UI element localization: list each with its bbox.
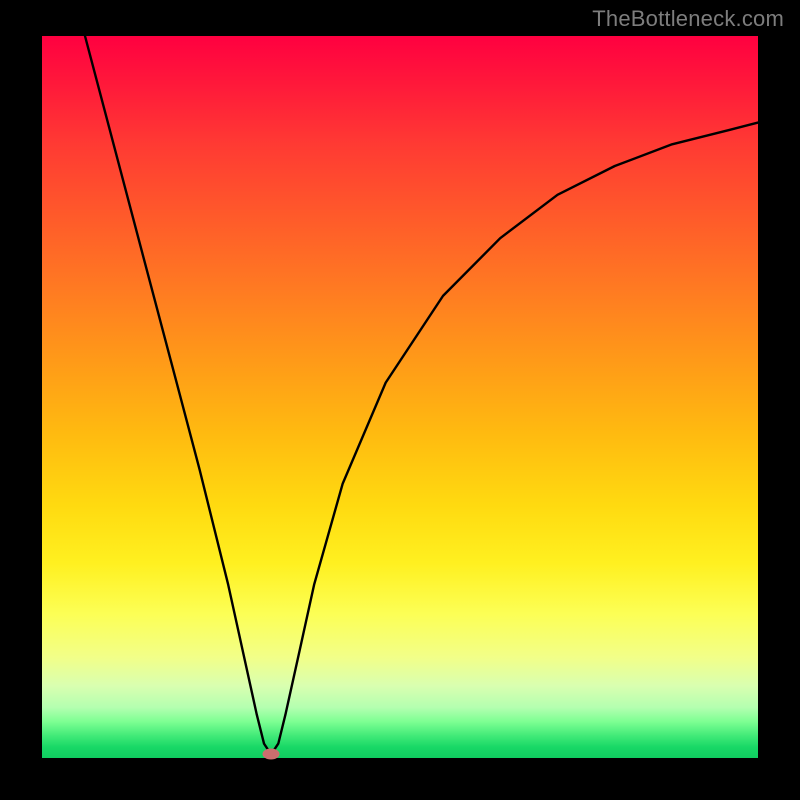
optimal-point-marker xyxy=(263,749,280,760)
chart-frame: TheBottleneck.com xyxy=(0,0,800,800)
bottleneck-curve xyxy=(42,36,758,758)
watermark-text: TheBottleneck.com xyxy=(592,6,784,32)
plot-area xyxy=(42,36,758,758)
